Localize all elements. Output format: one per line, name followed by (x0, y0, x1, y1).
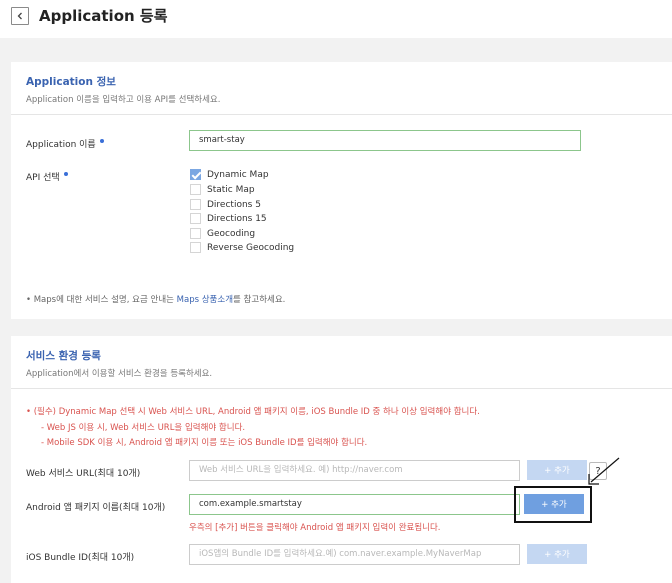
api-option-static-map[interactable]: Static Map (190, 184, 255, 195)
android-package-label: Android 앱 패키지 이름(최대 10개) (26, 503, 166, 513)
api-option-dynamic-map[interactable]: Dynamic Map (190, 169, 269, 180)
api-option-label: Directions 5 (207, 199, 261, 210)
api-select-label: API 선택 (26, 170, 68, 183)
api-option-label: Directions 15 (207, 213, 267, 224)
section-title: 서비스 환경 등록 (26, 350, 101, 362)
app-name-label: Application 이름 (26, 137, 104, 150)
required-dot-icon (63, 172, 68, 176)
maps-info-note: • Maps에 대한 서비스 설명, 요금 안내는 Maps 상품소개를 참고하… (26, 293, 285, 305)
api-option-label: Reverse Geocoding (207, 242, 295, 253)
android-package-add-button[interactable]: + 추가 (524, 494, 584, 514)
page-title: Application 등록 (39, 7, 168, 25)
annotation-arrow-icon (588, 457, 620, 485)
api-option-directions-15[interactable]: Directions 15 (190, 213, 267, 224)
divider (11, 114, 672, 115)
checkbox-icon[interactable] (190, 228, 201, 239)
api-option-label: Static Map (207, 184, 255, 195)
android-hint-text: 우측의 [추가] 버튼을 클릭해야 Android 앱 패키지 입력이 완료됩니… (189, 523, 441, 533)
mobile-sdk-warning: - Mobile SDK 이용 시, Android 앱 패키지 이름 또는 i… (41, 438, 368, 448)
section-title: Application 정보 (26, 76, 116, 88)
section-description: Application에서 이용할 서비스 환경을 등록하세요. (26, 369, 213, 379)
application-info-section: Application 정보 Application 이름을 입력하고 이용 A… (11, 62, 672, 319)
web-url-label: Web 서비스 URL(최대 10개) (26, 469, 141, 479)
required-warning: • (필수) Dynamic Map 선택 시 Web 서비스 URL, And… (26, 407, 480, 417)
section-description: Application 이름을 입력하고 이용 API를 선택하세요. (26, 95, 221, 105)
chevron-left-icon (17, 12, 22, 20)
checkbox-icon[interactable] (190, 199, 201, 210)
maps-product-link[interactable]: Maps 상품소개 (177, 295, 233, 305)
api-option-directions-5[interactable]: Directions 5 (190, 199, 261, 210)
api-option-label: Dynamic Map (207, 169, 269, 180)
api-option-geocoding[interactable]: Geocoding (190, 228, 255, 239)
checkbox-checked-icon[interactable] (190, 169, 201, 180)
page-header: Application 등록 (0, 0, 672, 38)
app-name-input[interactable]: smart-stay (189, 130, 581, 151)
checkbox-icon[interactable] (190, 213, 201, 224)
checkbox-icon[interactable] (190, 242, 201, 253)
note-text: • Maps에 대한 서비스 설명, 요금 안내는 (26, 295, 177, 305)
note-text: 를 참고하세요. (233, 295, 286, 305)
ios-bundle-add-button[interactable]: + 추가 (527, 544, 587, 564)
service-environment-section: 서비스 환경 등록 Application에서 이용할 서비스 환경을 등록하세… (11, 336, 672, 583)
checkbox-icon[interactable] (190, 184, 201, 195)
ios-bundle-label: iOS Bundle ID(최대 10개) (26, 553, 135, 563)
divider (11, 388, 672, 389)
android-package-input[interactable]: com.example.smartstay (189, 494, 520, 515)
web-url-input[interactable]: Web 서비스 URL을 입력하세요. 예) http://naver.com (189, 460, 520, 481)
web-js-warning: - Web JS 이용 시, Web 서비스 URL을 입력해야 합니다. (41, 423, 246, 433)
web-url-add-button[interactable]: + 추가 (527, 460, 587, 480)
ios-bundle-input[interactable]: iOS앱의 Bundle ID를 입력하세요.예) com.naver.exam… (189, 544, 520, 565)
required-dot-icon (99, 139, 104, 143)
api-option-reverse-geocoding[interactable]: Reverse Geocoding (190, 242, 294, 253)
api-option-label: Geocoding (207, 228, 256, 239)
back-button[interactable] (11, 7, 29, 25)
